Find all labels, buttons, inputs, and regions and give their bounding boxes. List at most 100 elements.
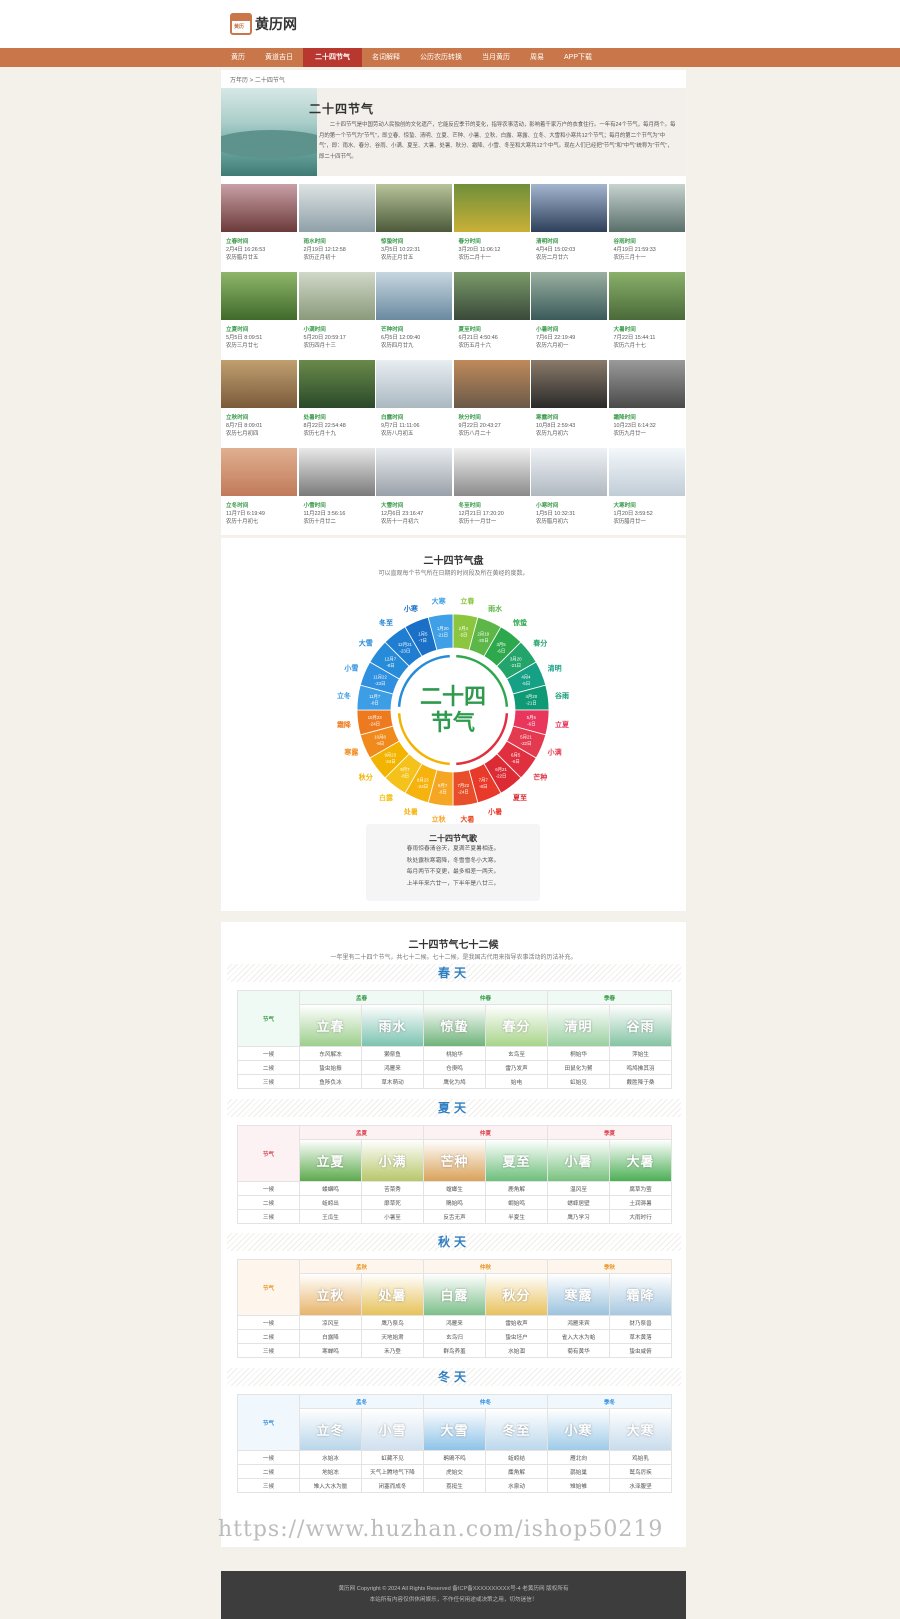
term-lunar-date: 农历腊月初六 bbox=[536, 519, 569, 525]
term-picture-text: 大雪 bbox=[424, 1409, 486, 1450]
term-picture-text: 立夏 bbox=[300, 1140, 361, 1181]
term-card[interactable]: 芒种时间 6月5日 12:09:40 农历四月廿九 bbox=[376, 272, 452, 360]
term-picture[interactable]: 雨水 bbox=[360, 1004, 425, 1047]
pentad-cell: 蛰虫坯户 bbox=[485, 1329, 549, 1344]
nav-item[interactable]: 公历农历转换 bbox=[410, 48, 472, 67]
term-card[interactable]: 立春时间 2月4日 16:26:53 农历腊月廿五 bbox=[221, 184, 297, 272]
term-name: 霜降时间 bbox=[613, 415, 636, 421]
season-title: 春天 bbox=[227, 964, 681, 982]
term-picture[interactable]: 小满 bbox=[360, 1139, 425, 1182]
term-picture[interactable]: 芒种 bbox=[423, 1139, 487, 1182]
term-card[interactable]: 立秋时间 8月7日 8:09:01 农历七月初四 bbox=[221, 360, 297, 448]
term-picture-text: 春分 bbox=[486, 1005, 548, 1046]
term-image bbox=[608, 448, 685, 496]
pentad-label: 一候 bbox=[237, 1181, 300, 1196]
term-picture[interactable]: 清明 bbox=[547, 1004, 611, 1047]
term-picture-text: 冬至 bbox=[486, 1409, 548, 1450]
pentad-cell: 桐始华 bbox=[547, 1046, 611, 1061]
term-picture-text: 大暑 bbox=[610, 1140, 672, 1181]
term-card[interactable]: 小寒时间 1月5日 10:32:31 农历腊月初六 bbox=[531, 448, 607, 536]
term-picture[interactable]: 寒露 bbox=[547, 1273, 611, 1316]
nav-item[interactable]: 黄历 bbox=[221, 48, 255, 67]
term-picture-text: 立秋 bbox=[300, 1274, 361, 1315]
term-card[interactable]: 春分时间 3月20日 11:06:12 农历二月十一 bbox=[453, 184, 530, 272]
term-card[interactable]: 小满时间 5月20日 20:59:17 农历四月十三 bbox=[298, 272, 375, 360]
term-card[interactable]: 小暑时间 7月6日 22:19:49 农历六月初一 bbox=[531, 272, 607, 360]
term-picture[interactable]: 春分 bbox=[485, 1004, 549, 1047]
term-picture-text: 大寒 bbox=[610, 1409, 672, 1450]
term-picture-text: 霜降 bbox=[610, 1274, 672, 1315]
nav-item[interactable]: 名词解释 bbox=[362, 48, 410, 67]
term-picture[interactable]: 冬至 bbox=[485, 1408, 549, 1451]
term-name: 惊蛰时间 bbox=[381, 239, 404, 245]
pentad-cell: 虹藏不见 bbox=[360, 1450, 425, 1465]
month-label: 季夏 bbox=[547, 1125, 673, 1140]
term-card[interactable]: 惊蛰时间 3月5日 10:22:31 农历正月廿五 bbox=[376, 184, 452, 272]
wheel-term-name: 小满 bbox=[547, 748, 562, 757]
term-picture[interactable]: 白露 bbox=[423, 1273, 487, 1316]
term-picture[interactable]: 谷雨 bbox=[609, 1004, 673, 1047]
month-label: 仲春 bbox=[423, 990, 549, 1005]
term-card[interactable]: 寒露时间 10月8日 2:59:43 农历九月初六 bbox=[531, 360, 607, 448]
term-date: 6月5日 12:09:40 bbox=[381, 335, 421, 341]
term-picture[interactable]: 大暑 bbox=[609, 1139, 673, 1182]
term-picture[interactable]: 立夏 bbox=[299, 1139, 362, 1182]
term-picture[interactable]: 夏至 bbox=[485, 1139, 549, 1182]
term-card[interactable]: 小雪时间 11月22日 3:56:16 农历十月廿二 bbox=[298, 448, 375, 536]
term-card[interactable]: 冬至时间 12月21日 17:20:20 农历十一月廿一 bbox=[453, 448, 530, 536]
term-picture[interactable]: 霜降 bbox=[609, 1273, 673, 1316]
term-picture[interactable]: 小寒 bbox=[547, 1408, 611, 1451]
term-picture[interactable]: 大雪 bbox=[423, 1408, 487, 1451]
term-lunar-date: 农历十月廿二 bbox=[303, 519, 336, 525]
term-picture[interactable]: 处暑 bbox=[360, 1273, 425, 1316]
term-card[interactable]: 谷雨时间 4月19日 21:59:33 农历三月十一 bbox=[608, 184, 685, 272]
term-date: 8月22日 22:54:48 bbox=[303, 423, 346, 429]
term-label: 节气 bbox=[237, 990, 300, 1047]
term-card[interactable]: 大暑时间 7月22日 15:44:11 农历六月十七 bbox=[608, 272, 685, 360]
term-card[interactable]: 大寒时间 1月20日 3:59:52 农历腊月廿一 bbox=[608, 448, 685, 536]
term-card[interactable]: 大雪时间 12月6日 23:16:47 农历十一月初六 bbox=[376, 448, 452, 536]
pentad-cell: 靡草死 bbox=[360, 1195, 425, 1210]
term-picture[interactable]: 小暑 bbox=[547, 1139, 611, 1182]
term-picture[interactable]: 秋分 bbox=[485, 1273, 549, 1316]
term-picture[interactable]: 小雪 bbox=[360, 1408, 425, 1451]
term-name: 秋分时间 bbox=[458, 415, 481, 421]
term-card[interactable]: 霜降时间 10月23日 6:14:32 农历九月廿一 bbox=[608, 360, 685, 448]
breadcrumb[interactable]: 万年历 > 二十四节气 bbox=[230, 75, 285, 84]
term-picture[interactable]: 立春 bbox=[299, 1004, 362, 1047]
term-picture[interactable]: 大寒 bbox=[609, 1408, 673, 1451]
term-date: 10月8日 2:59:43 bbox=[536, 423, 576, 429]
nav-item[interactable]: 周易 bbox=[520, 48, 554, 67]
term-name: 小雪时间 bbox=[303, 503, 326, 509]
pentad-cell: 腐草为萤 bbox=[609, 1181, 673, 1196]
nav-item[interactable]: 当月黄历 bbox=[472, 48, 520, 67]
term-card[interactable]: 秋分时间 9月22日 20:43:27 农历八月二十 bbox=[453, 360, 530, 448]
term-card[interactable]: 立夏时间 5月5日 8:09:51 农历三月廿七 bbox=[221, 272, 297, 360]
term-picture[interactable]: 立冬 bbox=[299, 1408, 362, 1451]
nav-item[interactable]: 二十四节气 bbox=[303, 48, 362, 67]
term-name: 大寒时间 bbox=[613, 503, 636, 509]
nav-item[interactable]: APP下载 bbox=[554, 48, 602, 67]
term-card[interactable]: 雨水时间 2月19日 12:12:58 农历正月初十 bbox=[298, 184, 375, 272]
pentad-label: 三候 bbox=[237, 1478, 300, 1493]
term-card[interactable]: 清明时间 4月4日 15:02:03 农历二月廿六 bbox=[531, 184, 607, 272]
term-card[interactable]: 夏至时间 6月21日 4:50:46 农历五月十六 bbox=[453, 272, 530, 360]
pentad-cell: 荔挺生 bbox=[423, 1478, 487, 1493]
term-date: 7月6日 22:19:49 bbox=[536, 335, 576, 341]
term-lunar-date: 农历七月初四 bbox=[226, 431, 259, 437]
pentad-label: 三候 bbox=[237, 1074, 300, 1089]
term-name: 小寒时间 bbox=[536, 503, 559, 509]
nav-item[interactable]: 黄道吉日 bbox=[255, 48, 303, 67]
term-card[interactable]: 白露时间 9月7日 11:11:06 农历八月初五 bbox=[376, 360, 452, 448]
pentad-cell: 螳螂生 bbox=[423, 1181, 487, 1196]
wheel-term-name: 立春 bbox=[460, 596, 475, 605]
site-logo[interactable]: 黄历 黄历网 bbox=[230, 13, 297, 35]
term-picture[interactable]: 立秋 bbox=[299, 1273, 362, 1316]
term-card[interactable]: 立冬时间 11月7日 6:19:49 农历十月初七 bbox=[221, 448, 297, 536]
term-card[interactable]: 处暑时间 8月22日 22:54:48 农历七月十九 bbox=[298, 360, 375, 448]
pentad-cell: 苦菜秀 bbox=[360, 1181, 425, 1196]
wheel-center-text: 二十四 bbox=[420, 684, 486, 710]
term-picture[interactable]: 惊蛰 bbox=[423, 1004, 487, 1047]
term-picture-text: 雨水 bbox=[362, 1005, 424, 1046]
term-lunar-date: 农历七月十九 bbox=[303, 431, 336, 437]
